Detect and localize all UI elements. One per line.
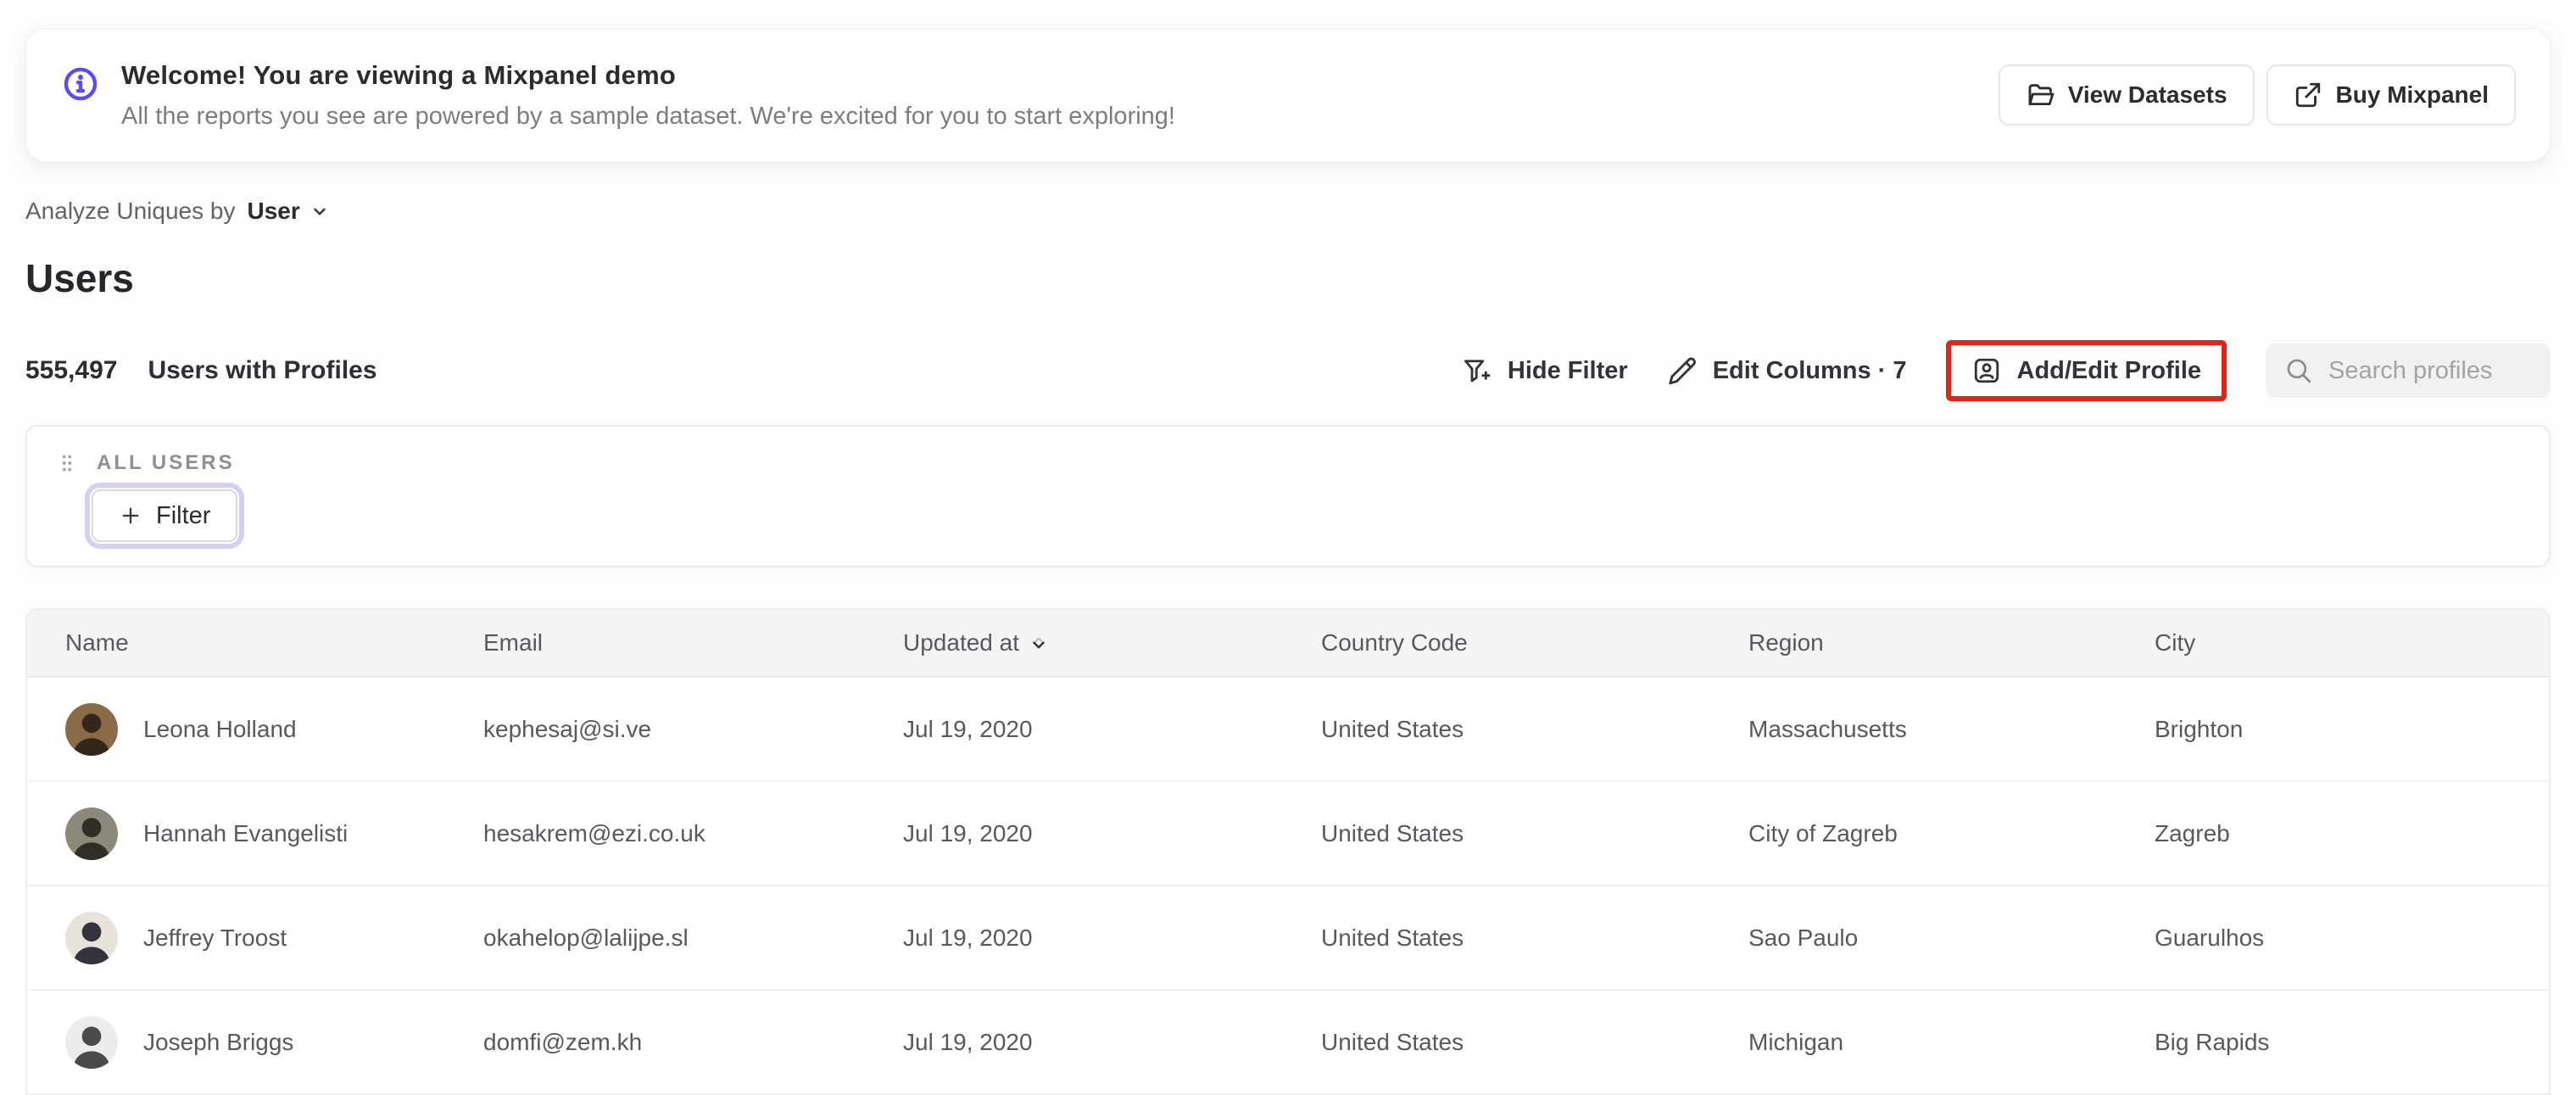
cell-email: hesakrem@ezi.co.uk	[483, 819, 705, 846]
cell-email: domfi@zem.kh	[483, 1028, 643, 1055]
add-edit-profile-label: Add/Edit Profile	[2016, 356, 2202, 384]
drag-handle-icon[interactable]	[56, 450, 78, 476]
profile-card-icon	[1971, 355, 2002, 386]
cell-region: Massachusetts	[1748, 715, 1907, 742]
cell-name: Hannah Evangelisti	[143, 819, 348, 846]
avatar	[65, 807, 118, 860]
column-header-updated-at[interactable]: Updated at	[903, 629, 1321, 656]
cell-updated-at: Jul 19, 2020	[903, 715, 1033, 742]
banner-message: Welcome! You are viewing a Mixpanel demo…	[62, 60, 1175, 131]
cell-name: Joseph Briggs	[143, 1028, 294, 1055]
cell-country-code: United States	[1321, 1028, 1464, 1055]
external-link-icon	[2294, 81, 2322, 109]
banner-text: Welcome! You are viewing a Mixpanel demo…	[121, 60, 1175, 131]
count-toolbar-row: 555,497 Users with Profiles Hide Filter	[25, 335, 2551, 406]
analyze-by-value: User	[247, 198, 300, 224]
cell-updated-at: Jul 19, 2020	[903, 819, 1033, 846]
table-header-row: Name Email Updated at Country Code Regio…	[27, 610, 2549, 678]
add-edit-profile-highlight: Add/Edit Profile	[1945, 340, 2227, 401]
funnel-plus-icon	[1462, 355, 1492, 386]
cell-city: Zagreb	[2155, 819, 2230, 846]
table-toolbar: Hide Filter Edit Columns · 7 Add/Edit Pr…	[1462, 340, 2551, 401]
cell-region: City of Zagreb	[1748, 819, 1898, 846]
cell-updated-at: Jul 19, 2020	[903, 1028, 1033, 1055]
table-row[interactable]: Jeffrey Troost okahelop@lalijpe.sl Jul 1…	[27, 886, 2549, 991]
profiles-count: 555,497 Users with Profiles	[25, 356, 377, 385]
info-icon	[62, 65, 99, 103]
cell-region: Sao Paulo	[1748, 924, 1859, 951]
cell-city: Brighton	[2155, 715, 2244, 742]
hide-filter-label: Hide Filter	[1507, 356, 1628, 384]
cell-email: okahelop@lalijpe.sl	[483, 924, 689, 951]
welcome-banner: Welcome! You are viewing a Mixpanel demo…	[25, 28, 2551, 162]
search-profiles-box[interactable]	[2266, 344, 2551, 398]
banner-actions: View Datasets Buy Mixpanel	[1998, 64, 2516, 126]
column-header-region[interactable]: Region	[1748, 629, 2155, 656]
edit-columns-label: Edit Columns · 7	[1712, 356, 1907, 384]
cell-region: Michigan	[1748, 1028, 1844, 1055]
column-header-name[interactable]: Name	[65, 629, 483, 656]
buy-mixpanel-button[interactable]: Buy Mixpanel	[2266, 64, 2516, 126]
analyze-uniques-label: Analyze Uniques by	[25, 198, 236, 224]
cell-name: Leona Holland	[143, 715, 297, 742]
plus-icon	[119, 504, 142, 528]
filter-button-focus-ring: Filter	[85, 483, 245, 549]
cell-city: Big Rapids	[2155, 1028, 2270, 1055]
pencil-icon	[1667, 355, 1698, 386]
cell-updated-at: Jul 19, 2020	[903, 924, 1033, 951]
folder-icon	[2026, 81, 2055, 109]
banner-title: Welcome! You are viewing a Mixpanel demo	[121, 59, 677, 90]
avatar	[65, 702, 118, 756]
hide-filter-button[interactable]: Hide Filter	[1462, 355, 1628, 386]
banner-subtitle: All the reports you see are powered by a…	[121, 102, 1175, 130]
users-table: Name Email Updated at Country Code Regio…	[25, 608, 2551, 1095]
add-filter-button[interactable]: Filter	[92, 489, 238, 542]
main-content: Analyze Uniques by User Users 555,497 Us…	[25, 162, 2551, 1095]
column-header-country-code[interactable]: Country Code	[1321, 629, 1748, 656]
cell-country-code: United States	[1321, 715, 1464, 742]
search-profiles-input[interactable]	[2328, 356, 2532, 385]
filter-panel-header: ALL USERS	[56, 450, 2549, 476]
profiles-count-value: 555,497	[25, 356, 118, 384]
edit-columns-button[interactable]: Edit Columns · 7	[1667, 355, 1907, 386]
page-title: Users	[25, 256, 134, 300]
view-datasets-label: View Datasets	[2067, 81, 2228, 108]
table-row[interactable]: Leona Holland kephesaj@si.ve Jul 19, 202…	[27, 678, 2549, 782]
view-datasets-button[interactable]: View Datasets	[1998, 64, 2255, 126]
add-filter-label: Filter	[156, 501, 211, 529]
cell-name: Jeffrey Troost	[143, 924, 287, 951]
table-row[interactable]: Joseph Briggs domfi@zem.kh Jul 19, 2020 …	[27, 991, 2549, 1095]
analyze-by-dropdown[interactable]: User	[247, 198, 330, 225]
buy-mixpanel-label: Buy Mixpanel	[2335, 81, 2489, 108]
filter-panel: ALL USERS Filter	[25, 425, 2551, 567]
avatar	[65, 1015, 118, 1069]
cell-city: Guarulhos	[2155, 924, 2265, 951]
column-header-city[interactable]: City	[2155, 629, 2549, 656]
column-header-email[interactable]: Email	[483, 629, 903, 656]
filter-group-label: ALL USERS	[97, 451, 235, 474]
cell-country-code: United States	[1321, 819, 1464, 846]
sort-icon[interactable]	[1029, 634, 1048, 651]
cell-country-code: United States	[1321, 924, 1464, 951]
cell-email: kephesaj@si.ve	[483, 715, 652, 742]
search-icon	[2284, 356, 2313, 385]
profiles-count-label: Users with Profiles	[148, 356, 377, 384]
analyze-uniques-row: Analyze Uniques by User	[25, 198, 2551, 225]
avatar	[65, 911, 118, 964]
chevron-down-icon	[309, 200, 331, 222]
add-edit-profile-button[interactable]: Add/Edit Profile	[1971, 355, 2202, 386]
table-row[interactable]: Hannah Evangelisti hesakrem@ezi.co.uk Ju…	[27, 782, 2549, 886]
